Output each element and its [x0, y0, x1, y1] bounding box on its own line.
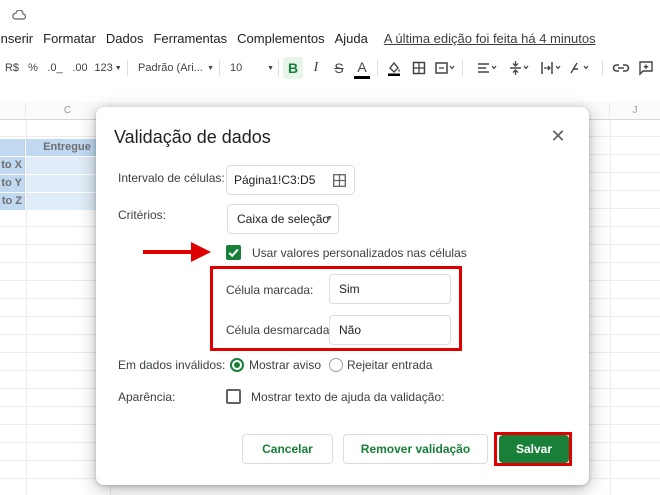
font-size-label: 10 — [230, 62, 243, 74]
last-edit-link[interactable]: A última edição foi feita há 4 minutos — [384, 31, 596, 46]
menu-formatar[interactable]: Formatar — [43, 31, 96, 46]
chevron-down-icon: ▼ — [207, 64, 214, 72]
text-rotation-icon[interactable] — [568, 54, 590, 82]
spreadsheet-window: Inserir Formatar Dados Ferramentas Compl… — [0, 0, 660, 495]
text-wrap-icon[interactable] — [540, 54, 562, 82]
horizontal-align-icon[interactable] — [476, 54, 498, 82]
insert-comment-icon[interactable] — [638, 54, 654, 82]
range-value: Página1!C3:D5 — [234, 173, 316, 187]
custom-values-checkbox[interactable] — [226, 245, 241, 260]
menu-ferramentas[interactable]: Ferramentas — [153, 31, 227, 46]
toolbar-divider — [462, 60, 463, 76]
range-label: Intervalo de células: — [118, 171, 225, 185]
reject-input-label: Rejeitar entrada — [347, 358, 433, 372]
criteria-value: Caixa de seleção — [237, 212, 330, 226]
toolbar-divider — [219, 60, 220, 76]
toolbar-divider — [278, 60, 279, 76]
currency-format-button[interactable]: R$ — [4, 54, 20, 82]
toolbar-divider — [602, 60, 603, 76]
help-text-label: Mostrar texto de ajuda da validação: — [251, 390, 445, 404]
decrease-decimals-button[interactable]: .0_ — [47, 54, 63, 82]
insert-link-icon[interactable] — [612, 54, 630, 82]
cloud-saved-icon[interactable] — [12, 10, 26, 20]
cancel-button[interactable]: Cancelar — [242, 434, 333, 464]
grid-select-icon[interactable] — [333, 174, 346, 187]
merge-cells-icon[interactable] — [434, 54, 456, 82]
dialog-title: Validação de dados — [114, 127, 271, 147]
show-warning-radio[interactable] — [230, 358, 244, 372]
red-arrow-annotation — [143, 242, 211, 262]
menu-ajuda[interactable]: Ajuda — [335, 31, 368, 46]
criteria-dropdown[interactable]: Caixa de seleção ▼ — [227, 204, 339, 234]
checkmark-icon — [228, 248, 239, 258]
highlight-box-custom-values — [210, 266, 462, 351]
percent-format-button[interactable]: % — [27, 54, 39, 82]
remove-validation-button[interactable]: Remover validação — [343, 434, 488, 464]
strikethrough-button[interactable]: S — [331, 54, 347, 82]
menu-inserir[interactable]: Inserir — [0, 31, 33, 46]
number-format-dropdown[interactable]: 123 ▼ — [94, 54, 122, 82]
show-warning-label: Mostrar aviso — [249, 358, 322, 372]
appearance-label: Aparência: — [118, 390, 176, 404]
number-format-label: 123 — [94, 62, 113, 74]
chevron-down-icon: ▼ — [326, 215, 333, 222]
vertical-align-icon[interactable] — [508, 54, 530, 82]
reject-input-radio[interactable] — [329, 358, 343, 372]
invalid-data-label: Em dados inválidos: — [118, 358, 226, 372]
menu-dados[interactable]: Dados — [106, 31, 144, 46]
menu-bar: Inserir Formatar Dados Ferramentas Compl… — [0, 28, 660, 48]
fill-color-icon[interactable] — [386, 54, 402, 82]
toolbar: R$ % .0_ .00 123 ▼ Padrão (Ari... ▼ 10 ▼… — [0, 54, 660, 82]
bold-button[interactable]: B — [283, 57, 303, 79]
text-color-button[interactable]: A — [354, 57, 370, 79]
custom-values-label: Usar valores personalizados nas células — [252, 246, 467, 260]
menu-complementos[interactable]: Complementos — [237, 31, 324, 46]
font-family-dropdown[interactable]: Padrão (Ari... ▼ — [138, 54, 214, 82]
help-text-checkbox[interactable] — [226, 389, 241, 404]
italic-button[interactable]: I — [308, 54, 324, 82]
font-size-dropdown[interactable]: 10 ▼ — [230, 54, 274, 82]
close-icon[interactable]: ✕ — [550, 127, 566, 145]
increase-decimals-button[interactable]: .00 — [70, 54, 90, 82]
chevron-down-icon: ▼ — [267, 64, 274, 72]
borders-icon[interactable] — [411, 54, 427, 82]
range-input[interactable]: Página1!C3:D5 — [226, 165, 355, 195]
criteria-label: Critérios: — [118, 208, 167, 222]
highlight-box-save — [494, 432, 572, 466]
toolbar-divider — [127, 60, 128, 76]
toolbar-divider — [377, 60, 378, 76]
chevron-down-icon: ▼ — [114, 64, 122, 72]
font-family-label: Padrão (Ari... — [138, 62, 203, 74]
